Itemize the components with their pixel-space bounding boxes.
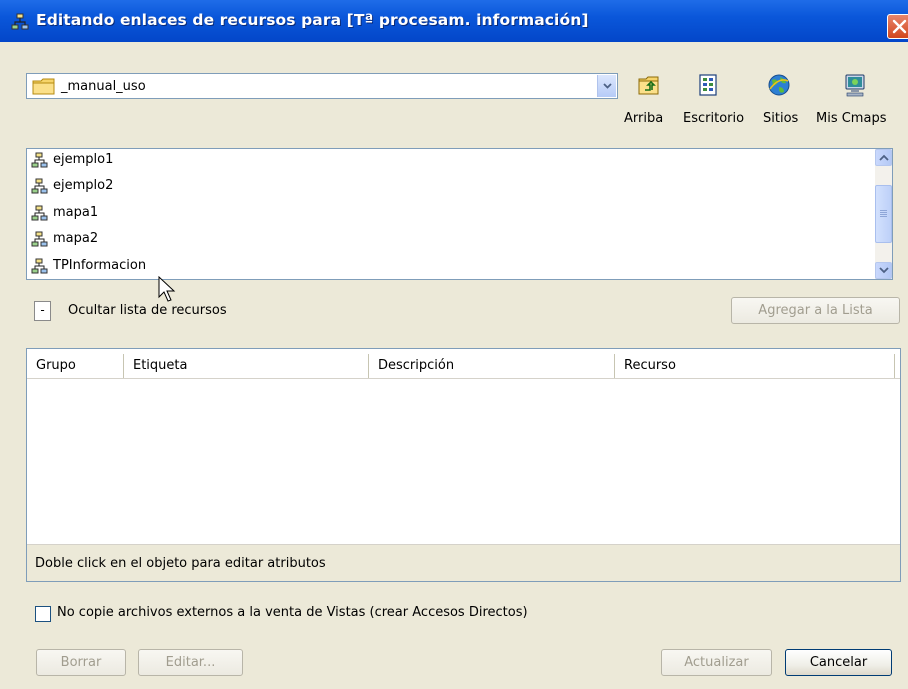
title-bar[interactable]: Editando enlaces de recursos para [Tª pr… [0,0,908,42]
list-item-label: TPInformacion [53,258,147,273]
cancel-button[interactable]: Cancelar [785,649,892,676]
column-header[interactable]: Grupo [27,354,124,378]
folder-value: _manual_uso [61,79,146,94]
list-item-label: ejemplo2 [53,178,114,193]
table-status-bar: Doble click en el objeto para editar atr… [27,544,900,581]
list-item-label: mapa2 [53,231,99,246]
nocopy-checkbox[interactable] [35,606,51,622]
cmap-icon [31,258,48,274]
cmap-icon [11,13,29,30]
cmap-icon [31,205,48,221]
cmap-icon [31,152,48,168]
nav-up-label[interactable]: Arriba [624,111,663,126]
scroll-down-button[interactable] [875,262,892,279]
folder-up-icon[interactable] [637,73,661,97]
list-item-label: mapa1 [53,205,99,220]
update-button[interactable]: Actualizar [661,649,772,676]
chevron-down-icon [603,83,612,89]
cmap-icon [31,231,48,247]
close-button[interactable] [887,14,908,39]
chevron-down-icon [879,267,889,274]
nav-mycmaps-label[interactable]: Mis Cmaps [816,111,886,126]
cmap-icon [31,178,48,194]
edit-button[interactable]: Editar... [138,649,243,676]
folder-combo[interactable]: _manual_uso [26,73,618,99]
column-header[interactable]: Descripción [369,354,615,378]
collapse-toggle[interactable]: - [34,301,51,321]
column-header[interactable]: Recurso [615,354,895,378]
list-item-label: ejemplo1 [53,152,114,167]
combo-dropdown-button[interactable] [597,75,616,97]
folder-icon [32,78,55,95]
resource-list[interactable]: ejemplo1 ejemplo2 mapa1 mapa2 TPInformac… [26,148,893,280]
globe-icon[interactable] [767,73,791,97]
toggle-label[interactable]: Ocultar lista de recursos [68,303,227,318]
add-to-list-button[interactable]: Agregar a la Lista [731,297,900,324]
window-title: Editando enlaces de recursos para [Tª pr… [36,11,589,29]
chevron-up-icon [879,154,889,161]
scroll-thumb[interactable] [875,185,892,243]
scroll-up-button[interactable] [875,149,892,166]
table-header: Grupo Etiqueta Descripción Recurso [27,354,900,379]
grip-icon [880,210,887,217]
desktop-icon[interactable] [697,73,721,97]
status-text: Doble click en el objeto para editar atr… [35,556,326,571]
nav-sites-label[interactable]: Sitios [763,111,798,126]
computer-icon[interactable] [843,73,867,97]
column-header[interactable]: Etiqueta [124,354,369,378]
delete-button[interactable]: Borrar [36,649,126,676]
mouse-cursor-icon [158,276,176,302]
resource-table[interactable]: Grupo Etiqueta Descripción Recurso Doble… [26,348,901,582]
nav-desktop-label[interactable]: Escritorio [683,111,744,126]
close-icon [892,19,907,34]
vertical-scrollbar[interactable] [875,149,892,279]
nocopy-label[interactable]: No copie archivos externos a la venta de… [57,605,528,620]
